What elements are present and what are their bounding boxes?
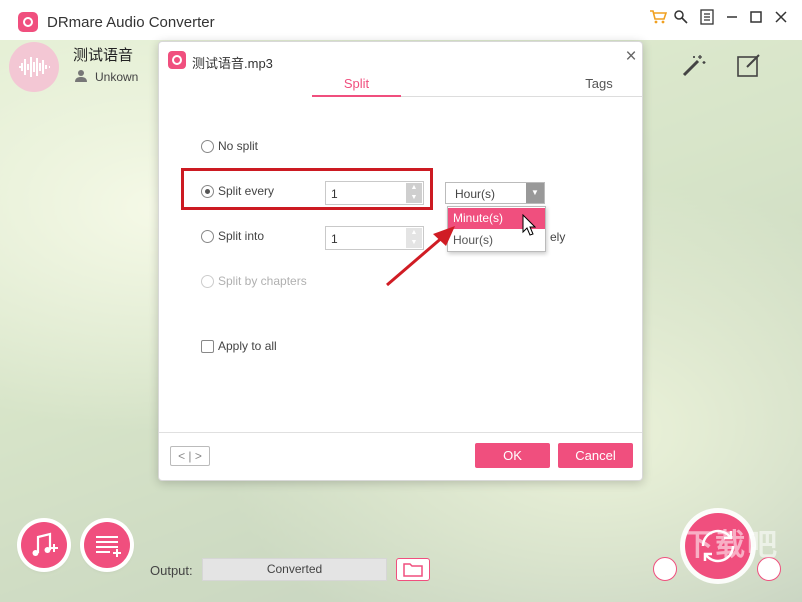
app-window: DRmare Audio Converter 测试语音 Unkown Outpu… bbox=[0, 0, 802, 602]
mouse-cursor-icon bbox=[522, 213, 537, 239]
annotation-arrow-icon bbox=[386, 226, 455, 287]
